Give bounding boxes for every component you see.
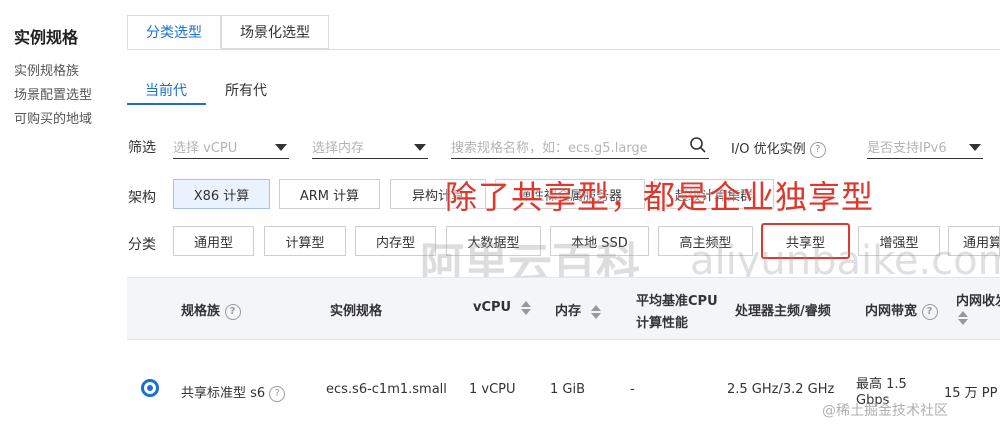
io-optimized-filter[interactable]: I/O 优化实例 ? xyxy=(731,138,826,158)
ipv6-select-placeholder: 是否支持IPv6 xyxy=(867,141,947,156)
row-select-radio[interactable] xyxy=(141,379,159,397)
help-icon[interactable]: ? xyxy=(224,303,241,320)
header-bandwidth-label: 内网带宽 xyxy=(865,304,918,319)
cell-memory: 1 GiB xyxy=(550,382,586,397)
header-pps: 内网收发 xyxy=(956,294,1000,309)
sort-icon[interactable] xyxy=(520,300,531,315)
cell-pps: 15 万 PP xyxy=(944,386,998,401)
caret-down-icon xyxy=(969,144,981,151)
cell-baseline: - xyxy=(630,382,635,397)
source-watermark: @稀土掘金技术社区 xyxy=(822,403,948,419)
sidebar-item-regions[interactable]: 可购买的地域 xyxy=(14,108,92,127)
memory-select-placeholder: 选择内存 xyxy=(312,141,365,156)
header-family: 规格族 ? xyxy=(181,300,241,320)
category-label: 分类 xyxy=(128,237,156,253)
help-icon[interactable]: ? xyxy=(269,385,286,402)
tabs-divider xyxy=(127,49,1000,50)
search-placeholder: 搜索规格名称，如：ecs.g5.large xyxy=(451,141,648,156)
search-icon[interactable] xyxy=(689,136,707,154)
tab-all-generations[interactable]: 所有代 xyxy=(225,80,267,100)
arch-x86-button[interactable]: X86 计算 xyxy=(173,179,270,209)
help-icon[interactable]: ? xyxy=(809,141,826,158)
cell-family: 共享标准型 s6 ? xyxy=(181,382,286,402)
help-icon[interactable]: ? xyxy=(921,303,938,320)
header-spec: 实例规格 xyxy=(330,304,383,319)
memory-select[interactable]: 选择内存 xyxy=(312,133,428,159)
sidebar-title: 实例规格 xyxy=(14,28,79,47)
io-optimized-label: I/O 优化实例 xyxy=(731,142,806,157)
header-bandwidth: 内网带宽 ? xyxy=(865,300,938,320)
header-family-label: 规格族 xyxy=(181,304,221,319)
caret-down-icon xyxy=(275,144,287,151)
tab-current-generation[interactable]: 当前代 xyxy=(145,80,187,100)
arch-arm-button[interactable]: ARM 计算 xyxy=(279,179,380,209)
cell-vcpu: 1 vCPU xyxy=(469,382,516,397)
filter-label: 筛选 xyxy=(128,140,156,156)
cell-bandwidth-line1: 最高 1.5 xyxy=(856,377,907,392)
tab-category-selection[interactable]: 分类选型 xyxy=(127,15,221,49)
vcpu-select-placeholder: 选择 vCPU xyxy=(173,141,238,156)
header-vcpu-label: vCPU xyxy=(473,300,512,315)
sidebar: 实例规格 实例规格族 场景配置选型 可购买的地域 xyxy=(0,0,115,437)
category-compute-button[interactable]: 计算型 xyxy=(264,226,346,256)
sidebar-item-scenario[interactable]: 场景配置选型 xyxy=(14,84,92,103)
tab-scenario-selection[interactable]: 场景化选型 xyxy=(221,15,329,49)
active-tab-indicator xyxy=(127,103,206,105)
arch-label: 架构 xyxy=(128,190,156,206)
cell-family-label: 共享标准型 s6 xyxy=(181,386,266,401)
category-general-button[interactable]: 通用型 xyxy=(173,226,254,256)
header-frequency: 处理器主频/睿频 xyxy=(735,304,831,319)
header-memory-label: 内存 xyxy=(555,304,582,319)
header-memory[interactable]: 内存 xyxy=(555,300,601,319)
annotation-text: 除了共享型，都是企业独享型 xyxy=(445,178,875,216)
header-baseline-line2: 计算性能 xyxy=(636,316,689,331)
sort-icon[interactable] xyxy=(958,310,968,325)
sort-icon[interactable] xyxy=(590,304,601,319)
vcpu-select[interactable]: 选择 vCPU xyxy=(173,133,289,159)
table-divider xyxy=(127,339,1000,340)
header-vcpu[interactable]: vCPU xyxy=(473,300,531,315)
search-input[interactable]: 搜索规格名称，如：ecs.g5.large xyxy=(451,133,709,159)
sidebar-item-families[interactable]: 实例规格族 xyxy=(14,60,79,79)
cell-spec: ecs.s6-c1m1.small xyxy=(326,382,447,397)
cell-frequency: 2.5 GHz/3.2 GHz xyxy=(727,382,835,397)
ipv6-select[interactable]: 是否支持IPv6 xyxy=(867,133,983,159)
header-baseline-line1: 平均基准CPU xyxy=(636,294,718,309)
caret-down-icon xyxy=(414,144,426,151)
